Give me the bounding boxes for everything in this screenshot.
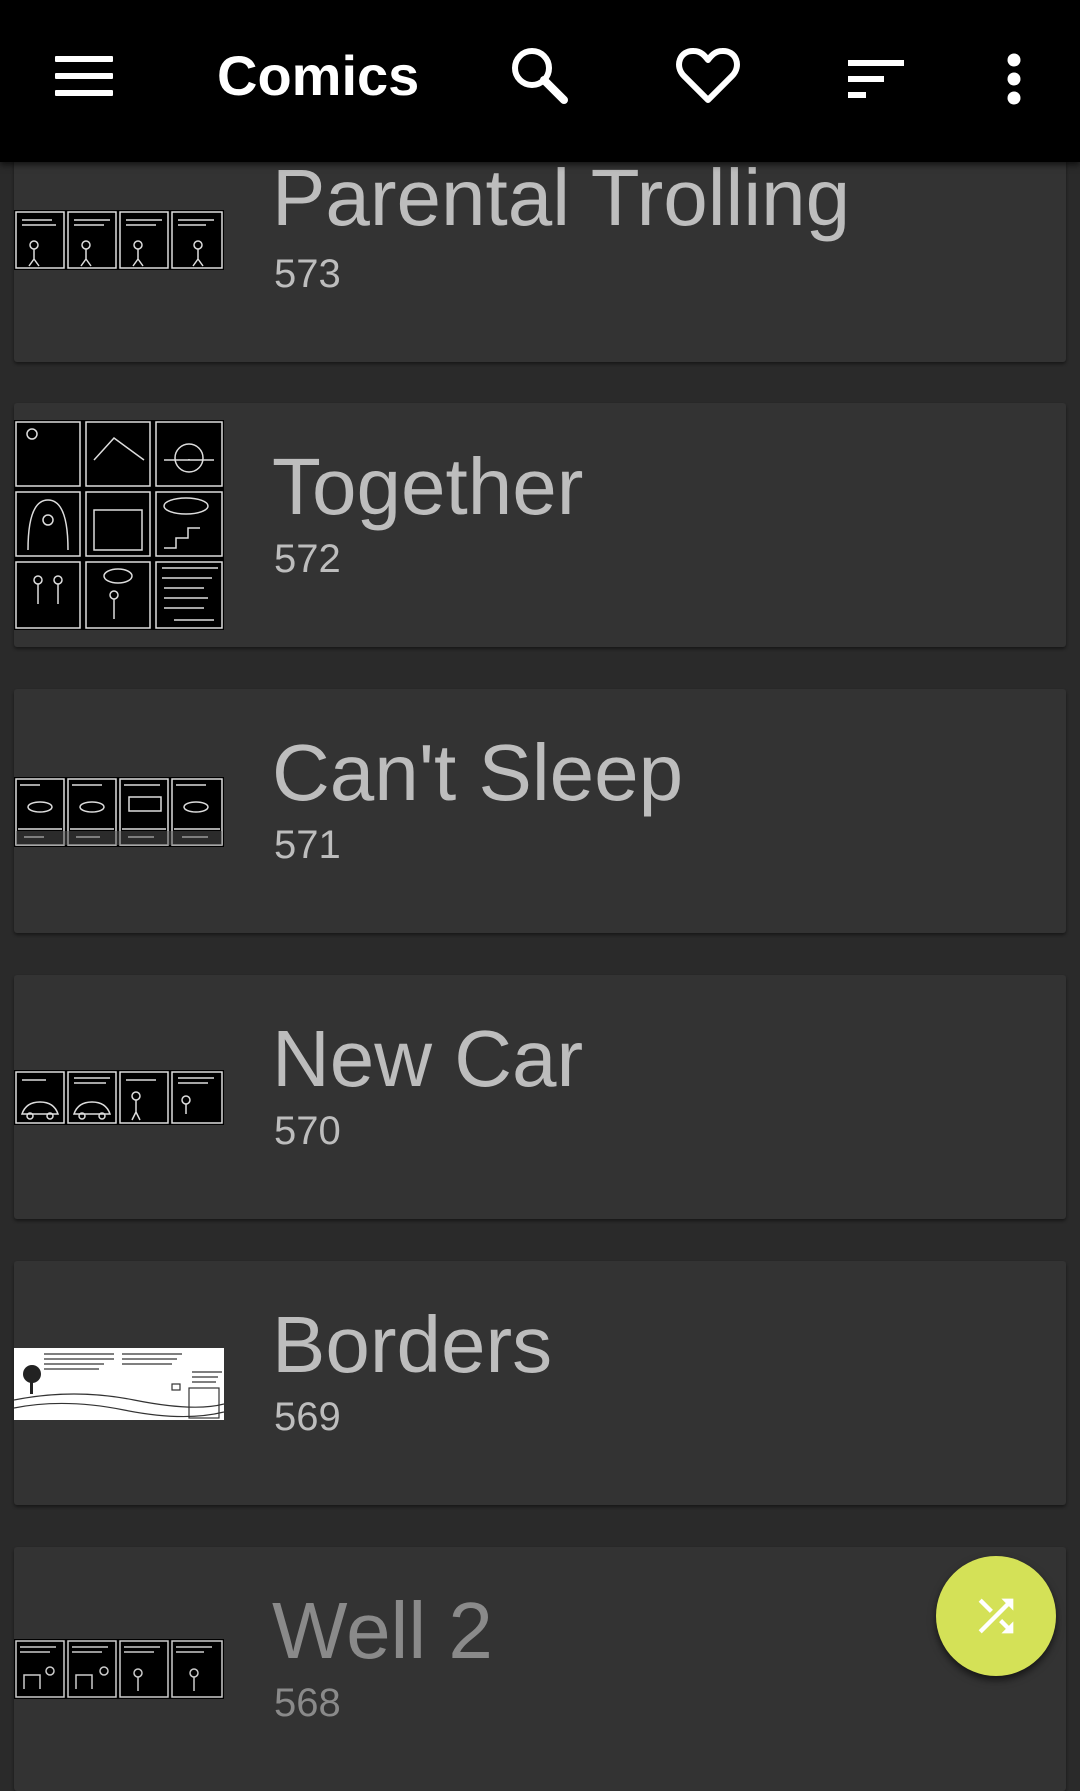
comic-number: 570 xyxy=(274,1109,341,1153)
list-item[interactable]: Can't Sleep 571 xyxy=(14,689,1066,933)
comic-title: Parental Trolling xyxy=(272,153,851,242)
comic-title: New Car xyxy=(272,1014,584,1103)
comic-thumbnail xyxy=(14,1070,224,1125)
comic-thumbnail xyxy=(14,1348,224,1420)
comic-title: Together xyxy=(272,442,584,531)
comic-title: Borders xyxy=(272,1300,553,1389)
comic-thumbnail xyxy=(14,1639,224,1699)
comic-thumbnail xyxy=(14,420,224,630)
list-item[interactable]: New Car 570 xyxy=(14,975,1066,1219)
list-item[interactable]: Together 572 xyxy=(14,403,1066,647)
page-title: Comics xyxy=(217,44,420,107)
comic-title: Well 2 xyxy=(272,1586,493,1675)
comic-number: 569 xyxy=(274,1395,341,1439)
comic-thumbnail xyxy=(14,210,224,270)
random-comic-button[interactable] xyxy=(936,1556,1056,1676)
comic-number: 573 xyxy=(274,252,341,296)
more-vert-icon[interactable] xyxy=(1001,53,1027,107)
app-bar: Comics xyxy=(0,0,1080,162)
sort-icon[interactable] xyxy=(848,60,904,100)
shuffle-icon xyxy=(978,1598,1014,1634)
comic-thumbnail xyxy=(14,777,224,847)
heart-icon[interactable] xyxy=(676,46,740,106)
comic-number: 571 xyxy=(274,823,341,867)
comic-title: Can't Sleep xyxy=(272,728,684,817)
list-item[interactable]: Well 2 568 xyxy=(14,1547,1066,1791)
comic-list: Parental Trolling 573 Together 572 Can't… xyxy=(0,0,1080,1791)
search-icon[interactable] xyxy=(508,44,570,106)
comic-number: 568 xyxy=(274,1681,341,1725)
comic-number: 572 xyxy=(274,537,341,581)
list-item[interactable]: Borders 569 xyxy=(14,1261,1066,1505)
menu-icon[interactable] xyxy=(55,56,113,96)
